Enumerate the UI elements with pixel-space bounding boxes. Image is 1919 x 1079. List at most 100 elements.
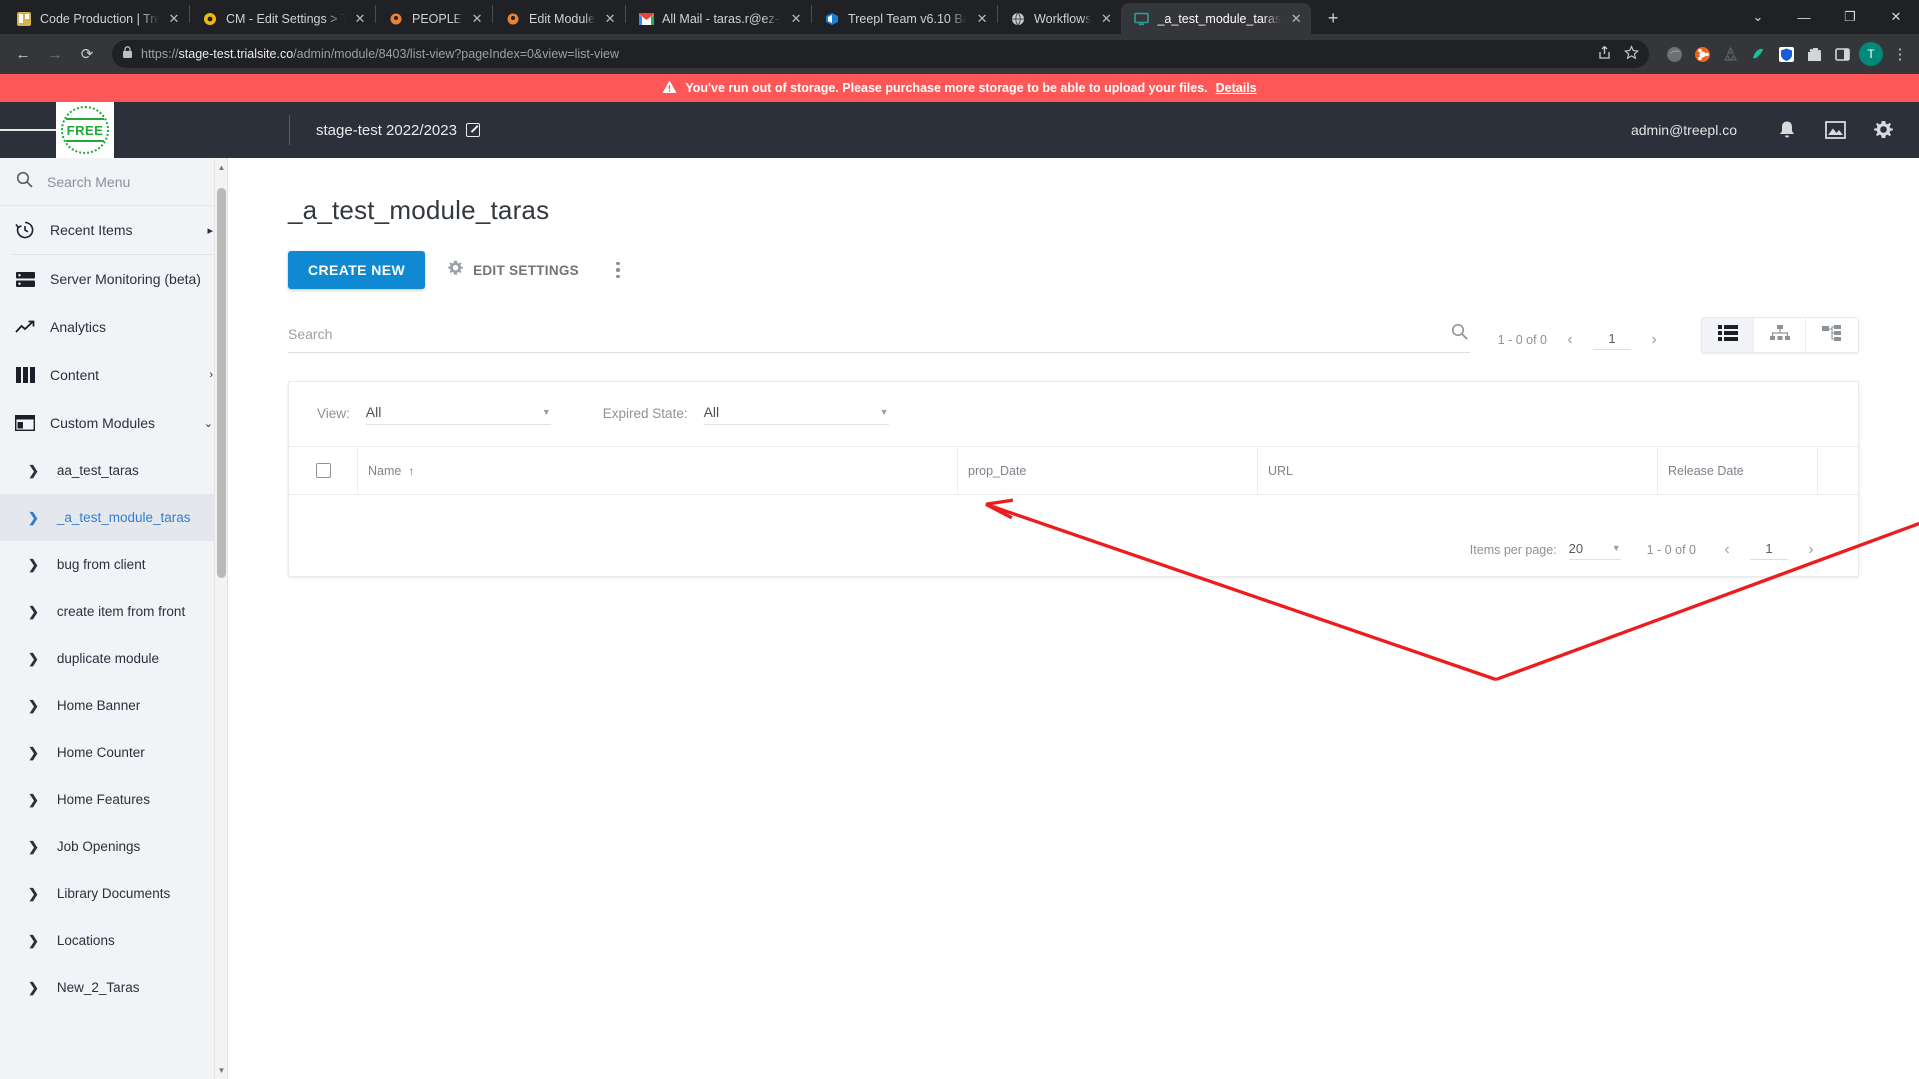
site-name[interactable]: stage-test 2022/2023 — [316, 122, 480, 139]
scrollbar-thumb[interactable] — [217, 188, 226, 578]
external-link-icon[interactable] — [465, 123, 480, 137]
sidebar-module-library-documents[interactable]: ❯ Library Documents — [0, 870, 227, 917]
gear-icon[interactable] — [1859, 106, 1907, 154]
edit-settings-button[interactable]: EDIT SETTINGS — [447, 251, 579, 289]
org-chart-view-toggle-button[interactable] — [1754, 318, 1806, 352]
page-number-input[interactable]: 1 — [1593, 331, 1631, 350]
select-all-checkbox[interactable] — [289, 463, 357, 478]
address-bar-url: https://stage-test.trialsite.co/admin/mo… — [141, 47, 620, 61]
back-icon[interactable]: ← — [8, 39, 38, 69]
sidebar-scrollbar[interactable]: ▲ ▼ — [214, 158, 227, 1079]
browser-tab[interactable]: All Mail - taras.r@ez-bc.co ✕ — [626, 3, 811, 34]
scroll-up-icon[interactable]: ▲ — [215, 160, 227, 174]
expired-state-filter-select[interactable]: All ▼ — [703, 404, 889, 425]
browser-tab[interactable]: Code Production | Trello ✕ — [4, 3, 189, 34]
list-view-toggle-button[interactable] — [1702, 318, 1754, 352]
close-icon[interactable]: ✕ — [1287, 10, 1305, 28]
share-icon[interactable] — [1597, 45, 1612, 63]
chevron-right-icon: ❯ — [28, 838, 39, 854]
sidebar-module-label: Library Documents — [56, 886, 171, 901]
minimize-button[interactable]: — — [1781, 0, 1827, 34]
browser-tab[interactable]: Edit Module ✕ — [493, 3, 625, 34]
sidebar-module-home-counter[interactable]: ❯ Home Counter — [0, 729, 227, 776]
search-icon[interactable] — [1451, 323, 1470, 345]
star-icon[interactable] — [1623, 45, 1640, 63]
close-icon[interactable]: ✕ — [468, 10, 486, 28]
sidebar-icon[interactable] — [1831, 43, 1853, 65]
column-header-name[interactable]: Name ↑ — [357, 446, 957, 495]
maximize-button[interactable]: ❐ — [1827, 0, 1873, 34]
chevron-down-icon: ▼ — [879, 406, 889, 417]
view-filter-select[interactable]: All ▼ — [365, 404, 551, 425]
sidebar-module-label: Locations — [56, 933, 115, 948]
more-actions-button[interactable] — [601, 251, 635, 289]
sidebar-module-home-features[interactable]: ❯ Home Features — [0, 776, 227, 823]
sidebar-item-analytics[interactable]: Analytics — [0, 303, 227, 351]
close-icon[interactable]: ✕ — [973, 10, 991, 28]
sidebar-item-custom-modules[interactable]: Custom Modules ⌄ — [0, 399, 227, 447]
profile-avatar[interactable]: T — [1859, 42, 1883, 66]
sidebar-module-new-2-taras[interactable]: ❯ New_2_Taras — [0, 964, 227, 1011]
items-per-page-select[interactable]: 20 ▼ — [1568, 540, 1621, 560]
gear-icon — [202, 11, 218, 27]
browser-tab[interactable]: Treepl Team v6.10 Backlog ✕ — [812, 3, 997, 34]
tree-view-toggle-button[interactable] — [1806, 318, 1858, 352]
column-header-prop-date[interactable]: prop_Date — [957, 446, 1257, 495]
admin-email-label[interactable]: admin@treepl.co — [1631, 122, 1737, 138]
column-header-url[interactable]: URL — [1257, 446, 1657, 495]
hamburger-icon[interactable] — [0, 127, 57, 134]
sidebar-module-job-openings[interactable]: ❯ Job Openings — [0, 823, 227, 870]
column-header-release-date[interactable]: Release Date — [1657, 446, 1817, 495]
sidebar: Search Menu Recent Items ▸ Server Monito… — [0, 158, 228, 1079]
table-footer: Items per page: 20 ▼ 1 - 0 of 0 ‹ 1 › — [289, 524, 1858, 576]
scroll-down-icon[interactable]: ▼ — [215, 1063, 227, 1077]
browser-tab-active[interactable]: _a_test_module_taras ✕ — [1121, 3, 1312, 34]
sidebar-item-server-monitoring[interactable]: Server Monitoring (beta) — [0, 255, 227, 303]
close-window-button[interactable]: ✕ — [1873, 0, 1919, 34]
close-icon[interactable]: ✕ — [165, 10, 183, 28]
recycle-icon[interactable] — [1719, 43, 1741, 65]
sidebar-module-home-banner[interactable]: ❯ Home Banner — [0, 682, 227, 729]
kebab-menu-icon[interactable]: ⋮ — [1889, 43, 1911, 65]
address-bar[interactable]: https://stage-test.trialsite.co/admin/mo… — [112, 40, 1649, 68]
edge-icon[interactable] — [1663, 43, 1685, 65]
column-header-label: Name — [368, 463, 402, 478]
sidebar-module-aa-test-taras[interactable]: ❯ aa_test_taras — [0, 447, 227, 494]
body-row: Search Menu Recent Items ▸ Server Monito… — [0, 158, 1919, 1079]
sidebar-module-duplicate-module[interactable]: ❯ duplicate module — [0, 635, 227, 682]
close-icon[interactable]: ✕ — [787, 10, 805, 28]
close-icon[interactable]: ✕ — [1097, 10, 1115, 28]
browser-tab[interactable]: Workflows ✕ — [998, 3, 1121, 34]
alert-details-link[interactable]: Details — [1216, 81, 1257, 95]
image-icon[interactable] — [1811, 106, 1859, 154]
sidebar-item-recent-items[interactable]: Recent Items ▸ — [0, 206, 227, 254]
puzzle-icon[interactable] — [1803, 43, 1825, 65]
sidebar-module-bug-from-client[interactable]: ❯ bug from client — [0, 541, 227, 588]
sidebar-module-create-item-from-front[interactable]: ❯ create item from front — [0, 588, 227, 635]
close-icon[interactable]: ✕ — [601, 10, 619, 28]
browser-tab[interactable]: CM - Edit Settings > Table ✕ — [190, 3, 375, 34]
forward-icon[interactable]: → — [40, 39, 70, 69]
create-new-button[interactable]: CREATE NEW — [288, 251, 426, 289]
tab-search-icon[interactable]: ⌄ — [1735, 0, 1781, 34]
sidebar-module-a-test-module-taras[interactable]: ❯ _a_test_module_taras — [0, 494, 227, 541]
next-page-icon[interactable]: › — [1798, 537, 1824, 563]
browser-tab[interactable]: PEOPLE ✕ — [376, 3, 492, 34]
sidebar-module-locations[interactable]: ❯ Locations — [0, 917, 227, 964]
reload-icon[interactable]: ⟳ — [72, 39, 102, 69]
search-input[interactable]: Search — [288, 319, 1470, 353]
sidebar-module-label: duplicate module — [56, 651, 159, 666]
prev-page-icon[interactable]: ‹ — [1557, 327, 1583, 353]
prev-page-icon[interactable]: ‹ — [1714, 537, 1740, 563]
bitwarden-icon[interactable] — [1775, 43, 1797, 65]
bird-icon[interactable] — [1747, 43, 1769, 65]
page-number-input[interactable]: 1 — [1750, 541, 1788, 560]
bell-icon[interactable] — [1763, 106, 1811, 154]
items-per-page-value: 20 — [1568, 540, 1584, 556]
ubuntu-icon[interactable] — [1691, 43, 1713, 65]
sidebar-search[interactable]: Search Menu — [0, 158, 227, 206]
new-tab-button[interactable]: + — [1319, 4, 1347, 32]
next-page-icon[interactable]: › — [1641, 327, 1667, 353]
close-icon[interactable]: ✕ — [351, 10, 369, 28]
sidebar-item-content[interactable]: Content › — [0, 351, 227, 399]
